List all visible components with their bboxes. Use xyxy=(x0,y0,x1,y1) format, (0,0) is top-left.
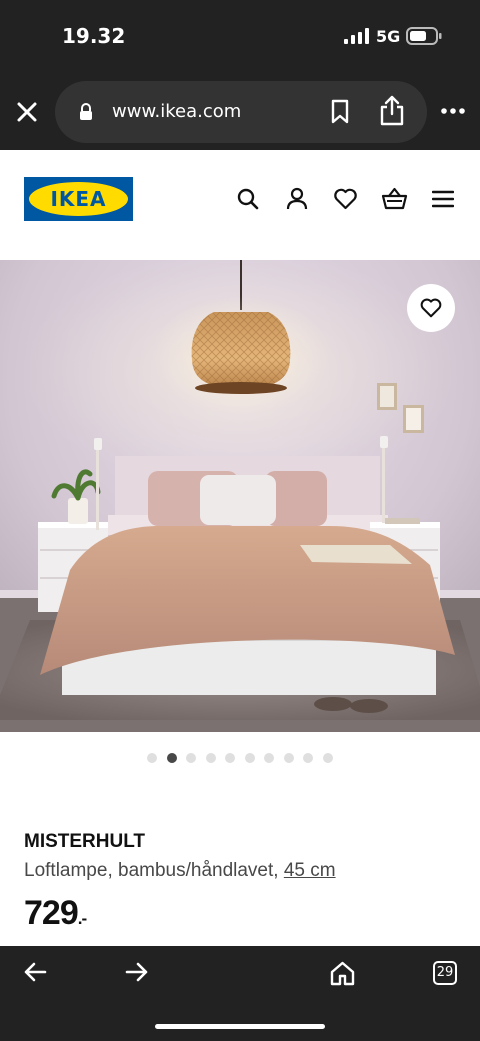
carousel-dot[interactable] xyxy=(186,753,196,763)
carousel-dot[interactable] xyxy=(264,753,274,763)
product-description: Loftlampe, bambus/håndlavet, 45 cm xyxy=(24,860,336,882)
battery-icon xyxy=(406,27,442,45)
url-text[interactable]: www.ikea.com xyxy=(112,101,241,122)
carousel-dot[interactable] xyxy=(205,753,216,763)
price-suffix: .- xyxy=(77,909,87,928)
carousel-dot[interactable] xyxy=(166,753,177,763)
user-icon[interactable] xyxy=(285,187,309,211)
status-time: 19.32 xyxy=(62,24,126,48)
product-size-link[interactable]: 45 cm xyxy=(284,860,336,881)
heart-icon[interactable] xyxy=(333,187,358,211)
signal-icon xyxy=(344,28,369,44)
site-header: IKEA xyxy=(0,150,480,260)
status-bar: 19.32 5G xyxy=(0,0,480,75)
carousel-indicator[interactable] xyxy=(0,753,480,765)
carousel-dot[interactable] xyxy=(147,753,157,763)
carousel-dot[interactable] xyxy=(225,753,235,763)
carousel-dot[interactable] xyxy=(283,753,294,763)
url-bar[interactable]: www.ikea.com xyxy=(55,81,427,143)
browser-bottom-bar: 29 xyxy=(0,946,480,1041)
lock-icon xyxy=(80,103,92,120)
product-image[interactable] xyxy=(0,260,480,732)
close-icon[interactable] xyxy=(12,97,42,127)
product-name: MISTERHULT xyxy=(24,831,146,852)
browser-toolbar: www.ikea.com xyxy=(0,75,480,150)
menu-icon[interactable] xyxy=(432,187,454,211)
bedroom-scene-image xyxy=(0,260,480,732)
carousel-dot[interactable] xyxy=(244,753,255,763)
basket-icon[interactable] xyxy=(381,187,408,211)
network-type: 5G xyxy=(376,27,401,46)
favorite-button[interactable] xyxy=(407,284,455,332)
carousel-dot[interactable] xyxy=(303,753,313,763)
price-value: 729 xyxy=(24,894,79,932)
search-icon[interactable] xyxy=(236,187,260,211)
share-icon[interactable] xyxy=(379,95,405,127)
forward-icon[interactable] xyxy=(125,961,149,983)
bookmark-icon[interactable] xyxy=(330,99,350,125)
ikea-logo[interactable]: IKEA xyxy=(24,177,133,221)
home-indicator[interactable] xyxy=(155,1024,325,1029)
more-icon[interactable] xyxy=(440,107,466,115)
back-icon[interactable] xyxy=(23,961,47,983)
home-icon[interactable] xyxy=(330,961,355,986)
heart-icon xyxy=(420,298,442,318)
tabs-icon[interactable]: 29 xyxy=(433,961,457,985)
carousel-dot[interactable] xyxy=(322,753,333,763)
product-price: 729.- xyxy=(24,894,87,933)
product-description-text: Loftlampe, bambus/håndlavet, xyxy=(24,860,284,881)
logo-text: IKEA xyxy=(50,187,107,211)
